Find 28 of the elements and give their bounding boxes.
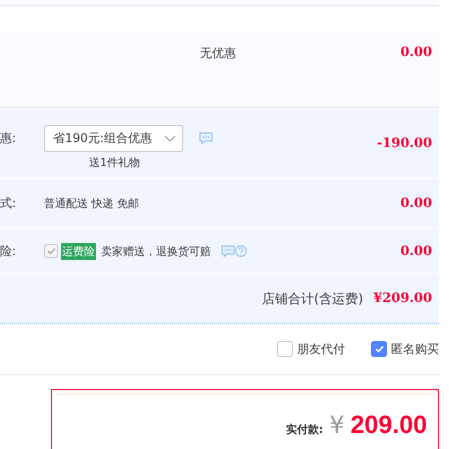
comment-icon[interactable] <box>199 132 213 144</box>
subtotal-amount: ¥209.00 <box>373 291 432 306</box>
option-label: 朋友代付 <box>297 340 345 358</box>
shipping-method: 普通配送 快递 免邮 <box>44 196 139 212</box>
check-icon <box>374 345 384 354</box>
shipping-label: 式: <box>0 195 18 212</box>
chevron-down-icon <box>164 134 176 142</box>
payment-label: 实付款: <box>286 422 324 437</box>
subtotal-label: 店铺合计(含运费) <box>262 290 364 308</box>
check-icon <box>46 247 56 256</box>
discount-select[interactable]: 省190元:组合优惠 <box>44 124 183 152</box>
option-checkbox[interactable] <box>371 341 387 358</box>
insurance-tag: 运费险 <box>61 242 96 260</box>
help-icon[interactable] <box>235 245 247 258</box>
option-checkbox[interactable] <box>277 341 293 358</box>
discount-amount: -190.00 <box>376 136 432 151</box>
gift-text: 送1件礼物 <box>89 154 140 170</box>
shipping-amount: 0.00 <box>400 196 432 212</box>
insurance-text: 卖家赠送，退换货可赔 <box>101 244 211 259</box>
insurance-label: 险: <box>0 242 18 260</box>
option-label: 匿名购买 <box>391 340 439 358</box>
promo-text: 无优惠 <box>200 44 236 62</box>
payment-amount: 209.00 <box>350 410 427 440</box>
promo-amount: 0.00 <box>400 44 432 60</box>
comment-icon[interactable] <box>221 245 235 258</box>
currency-symbol: ¥ <box>329 410 345 439</box>
insurance-amount: 0.00 <box>400 244 432 259</box>
discount-label: 惠: <box>0 130 18 147</box>
